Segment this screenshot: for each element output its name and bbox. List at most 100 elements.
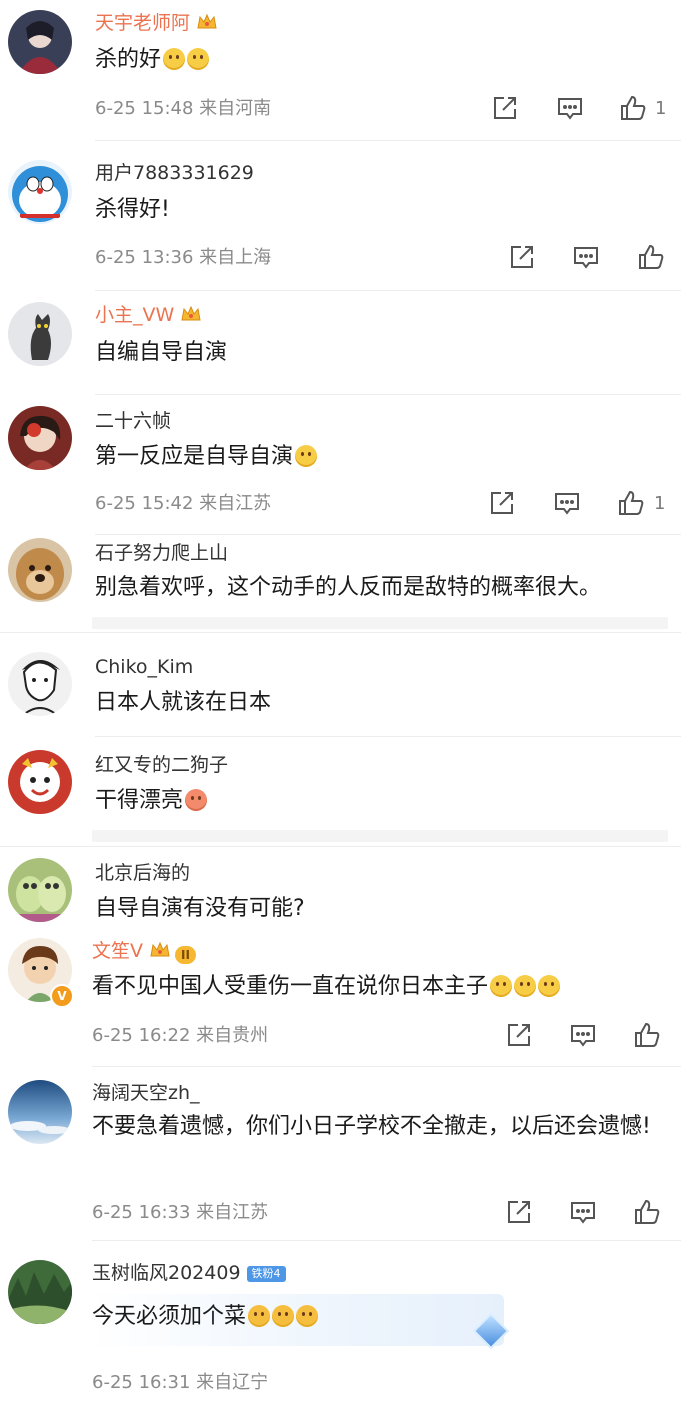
comment-text: 第一反应是自导自演 [95, 440, 318, 474]
upside-down-emoji-icon [514, 975, 537, 997]
laugh-emoji-icon [248, 1305, 271, 1327]
comment-item: V 文笙V II 看不见中国人受重伤一直在说你日本主子 6-25 16:22 来自… [0, 934, 681, 1064]
username[interactable]: Chiko_Kim [95, 656, 193, 678]
comment-text-content: 第一反应是自导自演 [95, 444, 294, 469]
comment-item: Chiko_Kim 日本人就该在日本 [0, 646, 681, 736]
vip-level-badge: II [175, 946, 196, 964]
like-count: 1 [655, 98, 667, 119]
comment-text-content: 今天必须加个菜 [92, 1304, 247, 1329]
comment-item: 二十六帧 第一反应是自导自演 6-25 15:42 来自江苏 1 [0, 400, 681, 534]
username-text[interactable]: 玉树临风202409 [92, 1262, 241, 1284]
comment-text: 日本人就该在日本 [95, 690, 272, 715]
collapsed-replies-bar[interactable] [92, 830, 668, 842]
avatar[interactable] [8, 538, 72, 602]
comment-meta: 6-25 16:22 来自贵州 [92, 1025, 269, 1046]
comment-icon[interactable] [568, 1020, 598, 1050]
username[interactable]: 玉树临风202409 铁粉4 [92, 1262, 286, 1284]
crown-icon [196, 12, 218, 37]
like-icon[interactable] [618, 93, 648, 123]
smile-emoji-icon [163, 48, 186, 70]
comment-icon[interactable] [571, 242, 601, 272]
comment-item: 玉树临风202409 铁粉4 今天必须加个菜 6-25 16:31 来自辽宁 [0, 1252, 681, 1408]
divider [95, 394, 681, 395]
like-icon[interactable] [636, 242, 666, 272]
comment-item: 海阔天空zh_ 不要急着遗憾，你们小日子学校不全撤走，以后还会遗憾! 6-25 … [0, 1072, 681, 1240]
avatar[interactable] [8, 858, 72, 922]
divider [0, 632, 681, 633]
username[interactable]: 北京后海的 [95, 862, 190, 884]
avatar[interactable] [8, 160, 72, 224]
comment-text: 不要急着遗憾，你们小日子学校不全撤走，以后还会遗憾! [92, 1114, 651, 1139]
divider [92, 1066, 681, 1067]
divider [92, 1240, 681, 1241]
comment-meta: 6-25 16:31 来自辽宁 [92, 1372, 269, 1393]
upside-down-emoji-icon [538, 975, 561, 997]
username[interactable]: 用户7883331629 [95, 162, 254, 184]
party-emoji-icon [185, 789, 208, 811]
crown-icon [180, 304, 202, 329]
comment-text: 看不见中国人受重伤一直在说你日本主子 [92, 970, 561, 1004]
comment-item: 北京后海的 自导自演有没有可能? [0, 852, 681, 932]
repost-icon[interactable] [487, 488, 517, 518]
username[interactable]: 海阔天空zh_ [92, 1082, 200, 1104]
avatar[interactable] [8, 406, 72, 470]
comment-text-content: 杀的好 [95, 47, 162, 72]
comment-item: 小主_VW 自编自导自演 [0, 294, 681, 394]
divider [95, 290, 681, 291]
avatar[interactable] [8, 1260, 72, 1324]
laugh-emoji-icon [296, 1305, 319, 1327]
comment-item: 红又专的二狗子 干得漂亮 [0, 744, 681, 844]
avatar[interactable] [8, 302, 72, 366]
like-icon[interactable] [616, 488, 646, 518]
divider [95, 534, 681, 535]
comment-text: 杀的好 [95, 43, 210, 77]
username[interactable]: 文笙V II [92, 940, 196, 965]
comment-icon[interactable] [552, 488, 582, 518]
repost-icon[interactable] [507, 242, 537, 272]
username-text[interactable]: 小主_VW [95, 304, 174, 326]
comment-text: 自编自导自演 [95, 340, 228, 365]
comment-text: 干得漂亮 [95, 784, 208, 818]
comment-text-content: 看不见中国人受重伤一直在说你日本主子 [92, 974, 489, 999]
comment-text: 今天必须加个菜 [92, 1300, 319, 1334]
verified-badge-icon: V [50, 984, 74, 1008]
avatar[interactable] [8, 10, 72, 74]
like-count: 1 [654, 493, 666, 514]
username[interactable]: 小主_VW [95, 304, 202, 329]
username[interactable]: 红又专的二狗子 [95, 754, 228, 776]
comment-icon[interactable] [555, 93, 585, 123]
smile-emoji-icon [187, 48, 210, 70]
username[interactable]: 二十六帧 [95, 410, 171, 432]
upside-down-emoji-icon [490, 975, 513, 997]
username-text[interactable]: 天宇老师阿 [95, 12, 190, 34]
crown-icon [149, 940, 171, 965]
comment-meta: 6-25 15:42 来自江苏 [95, 493, 272, 514]
comment-text: 自导自演有没有可能? [95, 896, 305, 921]
comment-icon[interactable] [568, 1197, 598, 1227]
divider [95, 736, 681, 737]
comment-text-content: 干得漂亮 [95, 788, 184, 813]
collapsed-replies-bar[interactable] [92, 617, 668, 629]
like-icon[interactable] [632, 1197, 662, 1227]
comment-text: 杀得好! [95, 197, 170, 222]
username[interactable]: 天宇老师阿 [95, 12, 218, 37]
repost-icon[interactable] [504, 1197, 534, 1227]
smile-emoji-icon [295, 445, 318, 467]
comment-meta: 6-25 16:33 来自江苏 [92, 1202, 269, 1223]
comment-item: 用户7883331629 杀得好! 6-25 13:36 来自上海 [0, 150, 681, 290]
divider [95, 140, 681, 141]
username-text[interactable]: 文笙V [92, 940, 143, 962]
fan-badge: 铁粉4 [246, 1266, 286, 1282]
username[interactable]: 石子努力爬上山 [95, 542, 228, 564]
repost-icon[interactable] [490, 93, 520, 123]
avatar[interactable] [8, 1080, 72, 1144]
like-icon[interactable] [632, 1020, 662, 1050]
comment-item: 天宇老师阿 杀的好 6-25 15:48 来自河南 1 [0, 0, 681, 140]
repost-icon[interactable] [504, 1020, 534, 1050]
avatar[interactable] [8, 652, 72, 716]
divider [0, 846, 681, 847]
laugh-emoji-icon [272, 1305, 295, 1327]
comment-meta: 6-25 15:48 来自河南 [95, 98, 272, 119]
comment-text: 别急着欢呼，这个动手的人反而是敌特的概率很大。 [95, 575, 602, 600]
avatar[interactable] [8, 750, 72, 814]
